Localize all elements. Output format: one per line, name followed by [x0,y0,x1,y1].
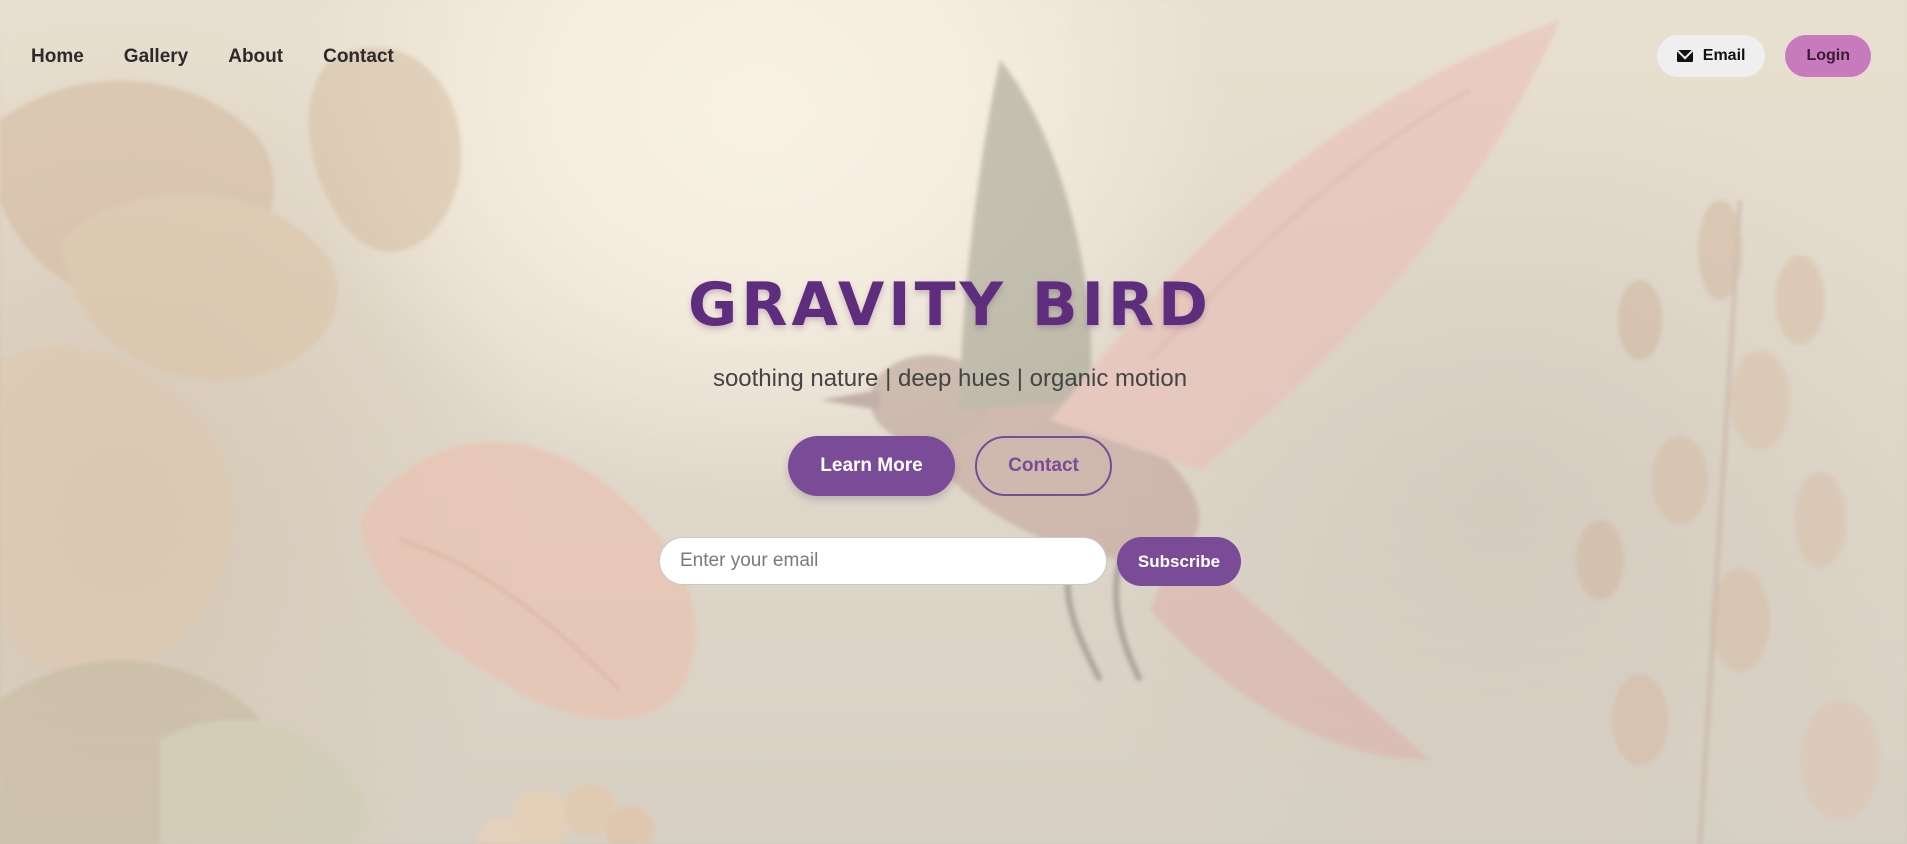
nav-gallery-link[interactable]: Gallery [124,46,188,68]
envelope-icon [1676,50,1693,62]
email-button[interactable]: Email [1656,35,1766,77]
subscribe-form: Subscribe [0,537,1900,586]
email-button-label: Email [1702,47,1746,64]
contact-button[interactable]: Contact [975,436,1112,496]
email-input[interactable] [659,537,1107,585]
page: Home Gallery About Contact Email Login G… [0,0,1907,844]
nav-home-link[interactable]: Home [31,46,84,68]
hero-title: GRAVITY BIRD [688,270,1212,340]
background-illustration [0,0,1907,844]
login-button[interactable]: Login [1785,35,1871,77]
top-actions: Email Login [1656,35,1871,77]
nav-about-link[interactable]: About [228,46,283,68]
nav-contact-link[interactable]: Contact [323,46,394,68]
hero-subtitle: soothing nature | deep hues | organic mo… [712,365,1188,392]
learn-more-button[interactable]: Learn More [788,436,955,496]
main-nav: Home Gallery About Contact [31,46,394,68]
subscribe-button[interactable]: Subscribe [1117,537,1241,586]
cta-row: Learn More Contact [0,436,1900,496]
